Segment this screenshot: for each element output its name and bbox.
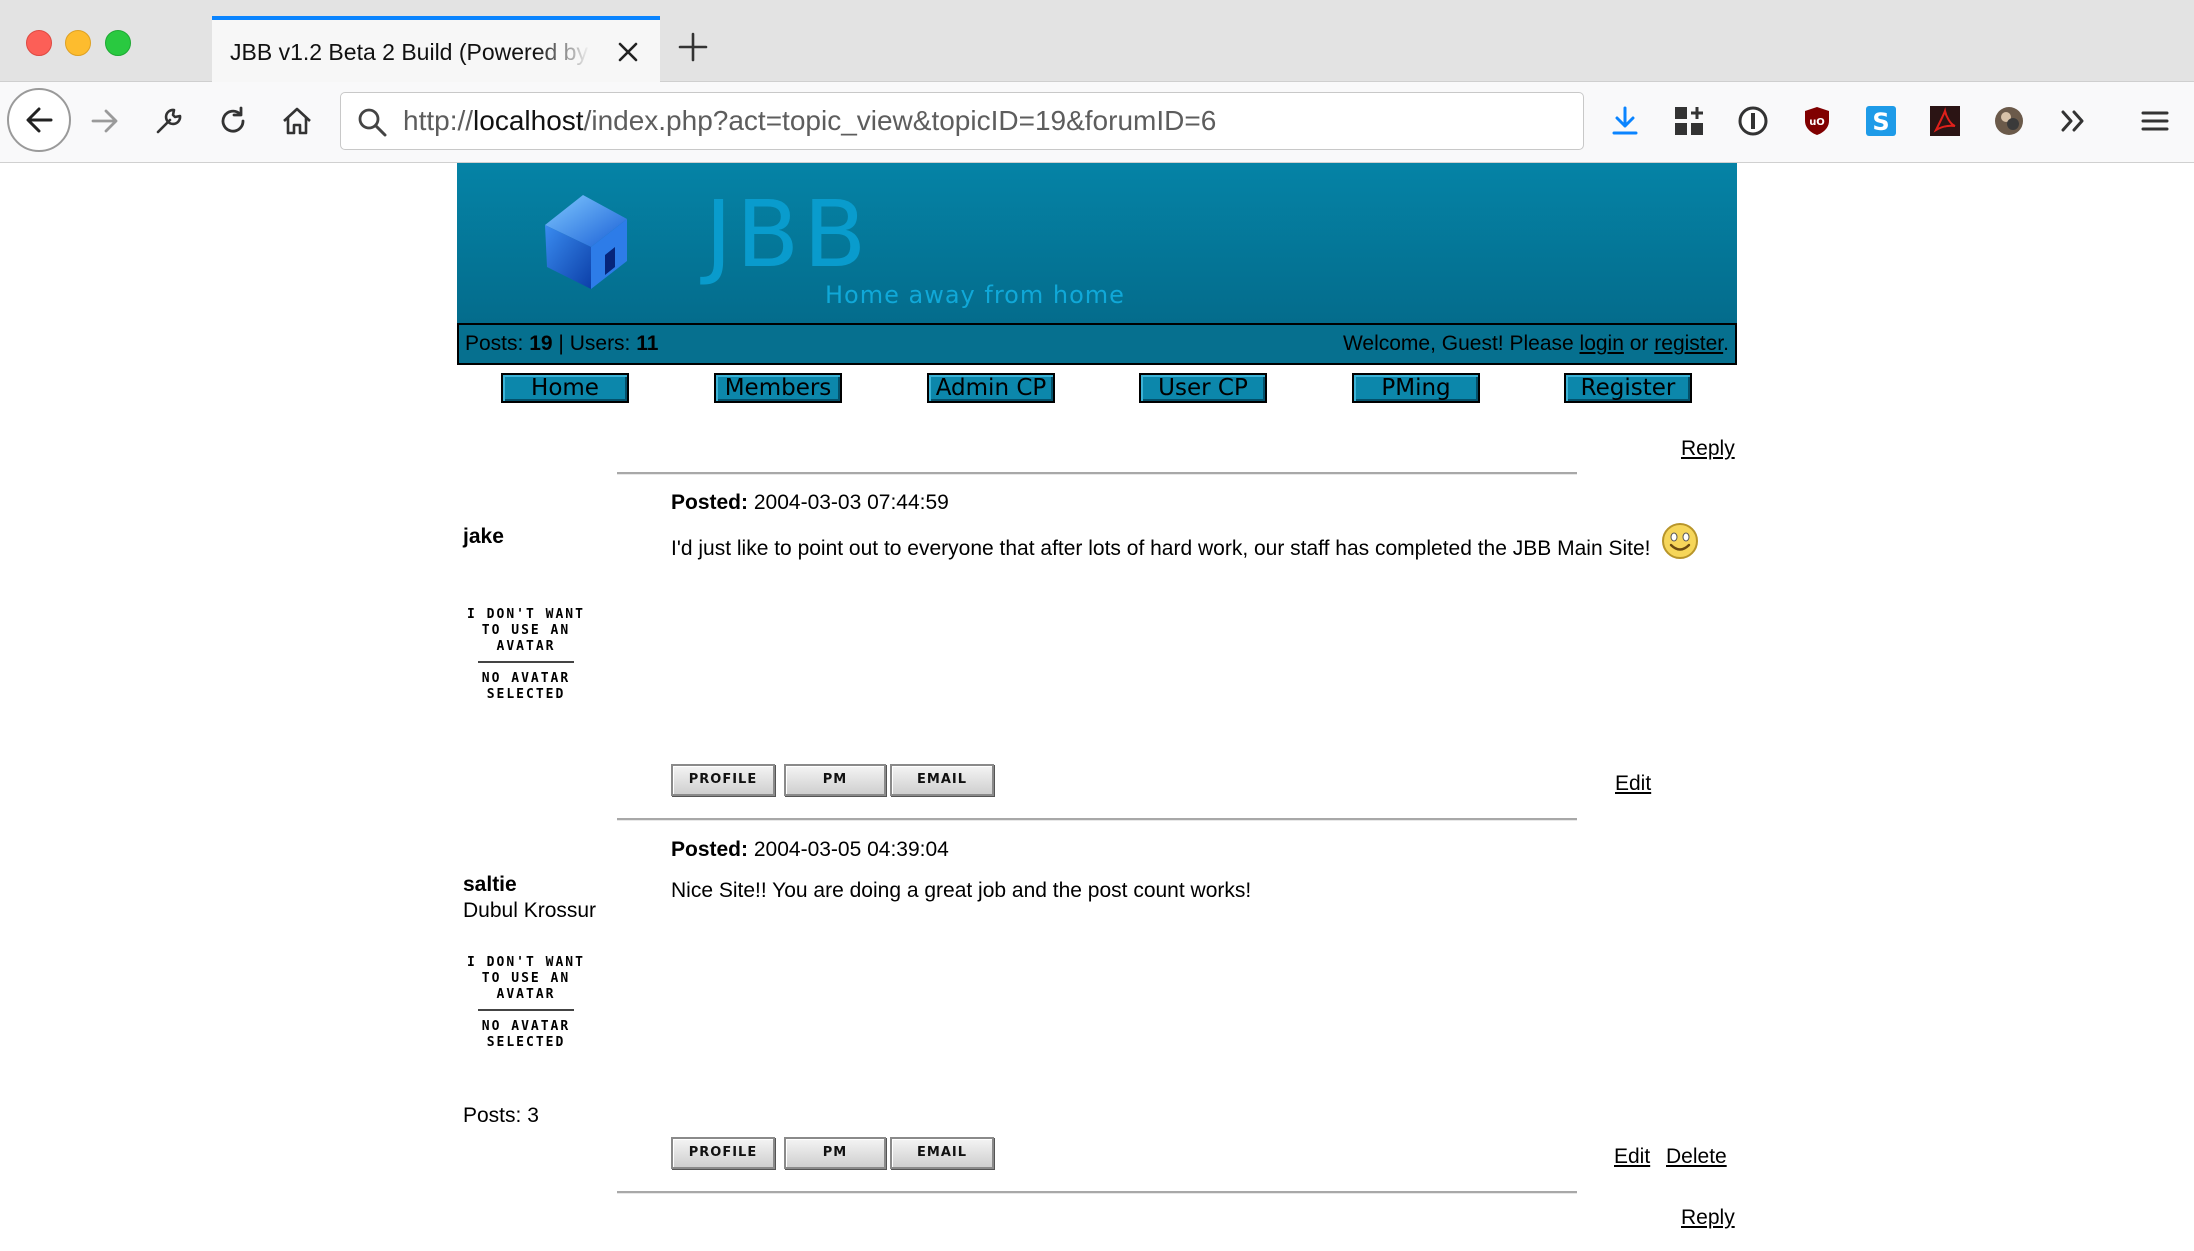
post-author-name[interactable]: jake — [463, 525, 504, 549]
post-divider — [617, 1191, 1577, 1194]
welcome-text: Welcome, Guest! Please — [1342, 332, 1574, 355]
password-manager-icon[interactable] — [1736, 104, 1770, 138]
post-body: I'd just like to point out to everyone t… — [671, 521, 1711, 570]
delete-link[interactable]: Delete — [1666, 1145, 1727, 1169]
email-button[interactable]: EMAIL — [890, 1137, 994, 1169]
reload-icon[interactable] — [216, 104, 250, 138]
pm-button[interactable]: PM — [784, 1137, 886, 1169]
browser-tab-active[interactable]: JBB v1.2 Beta 2 Build (Powered by JBB) — [212, 16, 660, 82]
tab-title: JBB v1.2 Beta 2 Build (Powered by JBB) — [230, 39, 590, 65]
avatar-text: I DON'T WANT TO USE AN AVATAR — [467, 955, 585, 1002]
post-timestamp: Posted: 2004-03-05 04:39:04 — [671, 838, 949, 862]
stats-bar: Posts: 19 | Users: 11 Welcome, Guest! Pl… — [457, 323, 1737, 365]
avatar-text: I DON'T WANT TO USE AN AVATAR — [467, 607, 585, 654]
post-text: Nice Site!! You are doing a great job an… — [671, 879, 1252, 902]
login-link[interactable]: login — [1580, 332, 1624, 355]
nav-admin-cp-button[interactable]: Admin CP — [927, 373, 1055, 403]
avatar-divider — [478, 661, 574, 663]
post-text: I'd just like to point out to everyone t… — [671, 537, 1651, 560]
avatar-placeholder: I DON'T WANT TO USE AN AVATAR NO AVATAR … — [463, 955, 589, 1067]
post-body: Nice Site!! You are doing a great job an… — [671, 869, 1711, 912]
wrench-icon[interactable] — [152, 104, 186, 138]
skype-s-icon[interactable]: S — [1864, 104, 1898, 138]
house-logo-icon — [545, 195, 627, 289]
avatar-placeholder: I DON'T WANT TO USE AN AVATAR NO AVATAR … — [463, 607, 589, 719]
avatar-subtext: NO AVATAR SELECTED — [481, 671, 571, 702]
stats-separator: | — [558, 332, 564, 355]
forum-stats: Posts: 19 | Users: 11 — [465, 325, 658, 363]
url-scheme: http:// — [403, 105, 474, 136]
address-bar[interactable]: http://localhost/index.php?act=topic_vie… — [340, 92, 1584, 150]
acrobat-pdf-icon[interactable] — [1928, 104, 1962, 138]
welcome-end: . — [1723, 332, 1729, 355]
post-divider — [617, 818, 1577, 821]
post-divider — [617, 472, 1577, 475]
nav-pming-button[interactable]: PMing — [1352, 373, 1480, 403]
posted-date: 2004-03-05 04:39:04 — [753, 838, 949, 861]
post-author-title: Dubul Krossur — [463, 899, 597, 922]
posted-date: 2004-03-03 07:44:59 — [753, 491, 949, 514]
posts-total: 19 — [529, 332, 553, 355]
users-label: Users: — [569, 332, 631, 355]
minimize-window-button[interactable] — [65, 30, 91, 56]
url-path: /index.php?act=topic_view&topicID=19&for… — [583, 105, 1217, 136]
or-text: or — [1629, 332, 1649, 355]
browser-tab-bar: JBB v1.2 Beta 2 Build (Powered by JBB) — [0, 0, 2194, 82]
site-tagline: Home away from home — [825, 281, 1125, 309]
home-icon[interactable] — [280, 104, 314, 138]
reply-link-bottom[interactable]: Reply — [1681, 1206, 1735, 1230]
profile-button[interactable]: PROFILE — [671, 764, 775, 796]
post-author-name[interactable]: saltie — [463, 873, 517, 897]
forum-banner: JBB Home away from home — [457, 163, 1737, 323]
back-button[interactable] — [7, 88, 71, 152]
profile-button[interactable]: PROFILE — [671, 1137, 775, 1169]
nav-user-cp-button[interactable]: User CP — [1139, 373, 1267, 403]
profile-avatar-icon[interactable] — [1992, 104, 2026, 138]
close-window-button[interactable] — [26, 30, 52, 56]
overflow-chevrons-icon[interactable] — [2056, 104, 2090, 138]
edit-link[interactable]: Edit — [1614, 1145, 1650, 1169]
posted-label: Posted: — [671, 838, 749, 861]
avatar-subtext: NO AVATAR SELECTED — [481, 1019, 571, 1050]
welcome-message: Welcome, Guest! Please login or register… — [1343, 325, 1729, 363]
site-logo-text: JBB — [705, 181, 871, 288]
posted-label: Posted: — [671, 491, 749, 514]
edit-link[interactable]: Edit — [1615, 772, 1651, 796]
pm-button[interactable]: PM — [784, 764, 886, 796]
back-arrow-icon — [26, 107, 53, 133]
email-button[interactable]: EMAIL — [890, 764, 994, 796]
post-timestamp: Posted: 2004-03-03 07:44:59 — [671, 491, 949, 515]
zoom-window-button[interactable] — [105, 30, 131, 56]
nav-home-button[interactable]: Home — [501, 373, 629, 403]
hamburger-menu-icon[interactable] — [2138, 104, 2172, 138]
url-text[interactable]: http://localhost/index.php?act=topic_vie… — [403, 93, 1216, 149]
forward-arrow-icon[interactable] — [88, 104, 122, 138]
reply-link-top[interactable]: Reply — [1681, 437, 1735, 461]
url-host: localhost — [473, 105, 584, 136]
page-content: JBB Home away from home Posts: 19 | User… — [0, 163, 2194, 1251]
register-link[interactable]: register — [1654, 332, 1723, 355]
search-icon — [358, 108, 387, 137]
extensions-grid-icon[interactable] — [1672, 104, 1706, 138]
smile-emoticon-icon — [1662, 523, 1699, 559]
nav-members-button[interactable]: Members — [714, 373, 842, 403]
svg-text:uO: uO — [1809, 117, 1825, 128]
posts-label: Posts: — [465, 332, 524, 355]
close-tab-icon[interactable] — [614, 38, 642, 66]
download-icon[interactable] — [1608, 104, 1642, 138]
browser-toolbar: http://localhost/index.php?act=topic_vie… — [0, 82, 2194, 163]
nav-register-button[interactable]: Register — [1564, 373, 1692, 403]
svg-text:S: S — [1872, 108, 1889, 136]
author-post-count: Posts: 3 — [463, 1104, 539, 1127]
users-total: 11 — [636, 332, 659, 355]
new-tab-icon[interactable] — [676, 30, 710, 64]
ublock-shield-icon[interactable]: uO — [1800, 104, 1834, 138]
avatar-divider — [478, 1009, 574, 1011]
